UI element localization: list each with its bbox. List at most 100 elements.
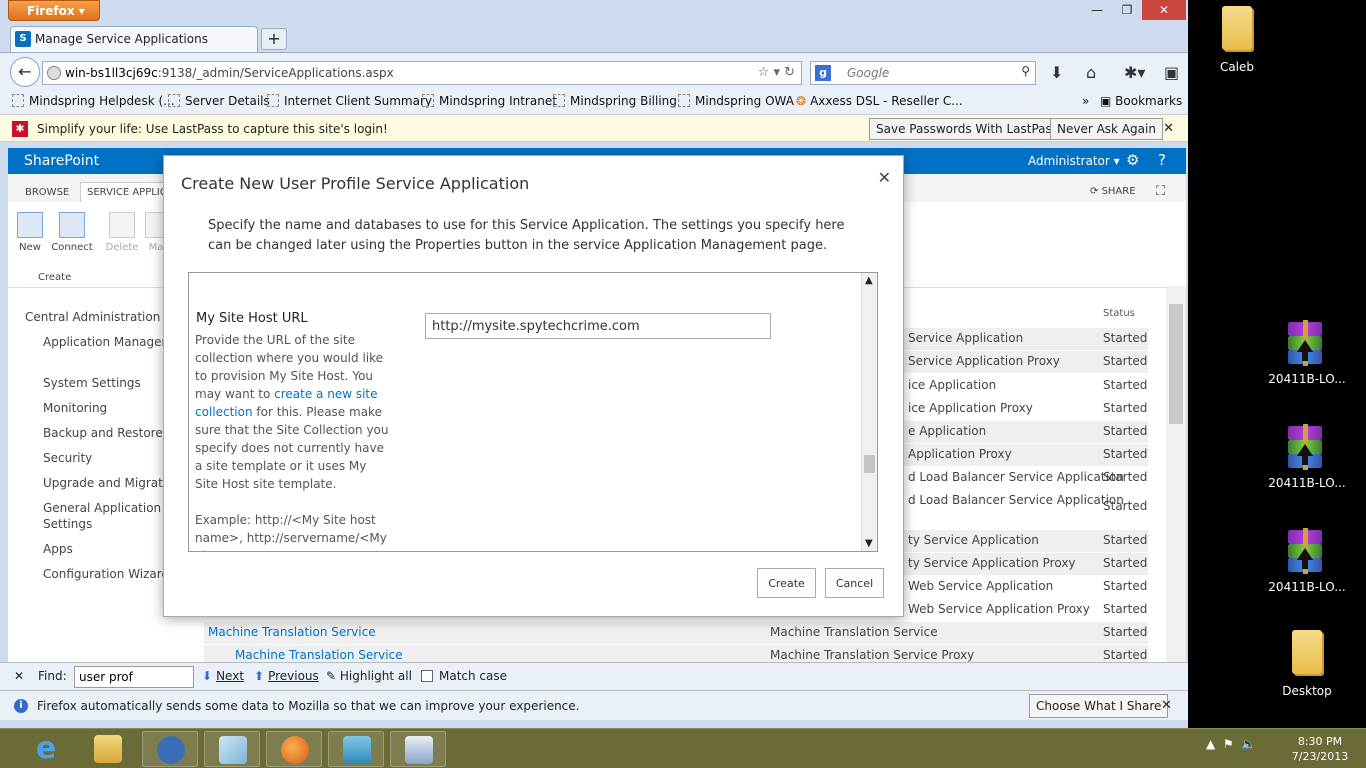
desktop-icon-caleb[interactable]: Caleb: [1182, 6, 1292, 74]
desktop-icon-rar-2[interactable]: 20411B-LO...: [1252, 422, 1362, 490]
create-button[interactable]: Create: [757, 568, 816, 598]
page-icon: [422, 94, 434, 107]
connect-button[interactable]: Connect: [50, 212, 94, 253]
page-icon: [553, 94, 565, 107]
choose-what-i-share-button[interactable]: Choose What I Share: [1029, 694, 1169, 718]
url-bar[interactable]: win-bs1ll3cj69c:9138/_admin/ServiceAppli…: [42, 61, 802, 85]
find-input[interactable]: [74, 666, 194, 688]
globe-icon: [47, 66, 61, 80]
sharepoint-icon: S: [15, 31, 31, 47]
close-window-button[interactable]: ✕: [1142, 0, 1186, 20]
internet-explorer-icon: e: [35, 731, 57, 766]
close-icon[interactable]: ✕: [14, 669, 24, 683]
find-previous-button[interactable]: ⬆ Previous: [254, 669, 319, 683]
ribbon-group-label: Create: [38, 272, 72, 283]
minimize-button[interactable]: —: [1082, 0, 1112, 20]
desktop-icon-rar-1[interactable]: 20411B-LO...: [1252, 318, 1362, 386]
winrar-archive-icon: [1284, 422, 1330, 472]
scrollbar-thumb[interactable]: [864, 455, 875, 473]
cancel-button[interactable]: Cancel: [825, 568, 884, 598]
page-icon: [12, 94, 24, 107]
dialog-content-frame: My Site Host URL Provide the URL of the …: [188, 272, 878, 552]
page-scrollbar[interactable]: [1166, 286, 1186, 662]
taskbar-explorer[interactable]: [80, 731, 136, 767]
bookmark-item[interactable]: Server Details: [168, 94, 270, 108]
bookmarks-menu[interactable]: ▣ Bookmarks: [1100, 94, 1182, 108]
search-icon[interactable]: ⚲: [1021, 64, 1030, 78]
share-button[interactable]: ⟳ SHARE: [1090, 186, 1136, 197]
download-icon[interactable]: ⬇: [1050, 63, 1063, 82]
bookmark-star-icon[interactable]: ☆ ▾ ↻: [758, 65, 795, 80]
chevron-up-icon[interactable]: ▲: [865, 275, 873, 286]
chevron-down-icon[interactable]: ▼: [865, 538, 873, 549]
checkbox[interactable]: [421, 670, 433, 682]
server-icon: [343, 736, 371, 764]
help-icon[interactable]: ?: [1158, 151, 1166, 169]
back-button[interactable]: ←: [10, 57, 40, 87]
taskbar-ie[interactable]: e: [18, 731, 74, 767]
taskbar-firefox[interactable]: [266, 731, 322, 767]
table-row[interactable]: Machine Translation Service Machine Trans…: [204, 622, 1148, 644]
google-icon: g: [815, 65, 831, 81]
match-case-checkbox[interactable]: Match case: [421, 669, 507, 683]
taskbar-app-slate[interactable]: [204, 731, 260, 767]
highlight-all-button[interactable]: ✎ Highlight all: [326, 669, 412, 683]
bookmark-item[interactable]: ❂ Axxess DSL - Reseller C...: [796, 94, 963, 108]
taskbar-app-buildings[interactable]: [328, 731, 384, 767]
bookmark-item[interactable]: Mindspring Billing: [553, 94, 677, 108]
focus-icon[interactable]: ⛶: [1156, 184, 1165, 199]
search-input[interactable]: g Google ⚲: [810, 61, 1036, 85]
scrollbar-thumb[interactable]: [1169, 304, 1183, 424]
tray-icons[interactable]: ▲ ⚑ 🔈: [1206, 737, 1256, 751]
my-site-host-url-label: My Site Host URL: [196, 311, 308, 326]
close-icon[interactable]: ✕: [1161, 698, 1172, 713]
save-passwords-button[interactable]: Save Passwords With LastPass: [869, 118, 1065, 140]
close-icon[interactable]: ✕: [878, 168, 891, 187]
quicklaunch-central-administration[interactable]: Central Administration: [25, 310, 160, 324]
search-placeholder: Google: [847, 66, 890, 80]
bookmark-item[interactable]: Internet Client Summary: [267, 94, 432, 108]
new-tab-button[interactable]: +: [261, 28, 287, 50]
taskbar-remote-desktop[interactable]: [390, 731, 446, 767]
desktop-icon-rar-3[interactable]: 20411B-LO...: [1252, 526, 1362, 594]
tab-browse[interactable]: BROWSE: [25, 187, 69, 198]
addon-icon[interactable]: ✱▾: [1124, 63, 1145, 82]
firefox-window: Firefox ▾ — ❐ ✕ S Manage Service Applica…: [0, 0, 1188, 728]
arrow-up-icon: ⬆: [254, 669, 265, 683]
my-site-host-url-input[interactable]: [425, 313, 771, 339]
desktop-icon-desktop[interactable]: Desktop: [1252, 630, 1362, 698]
screenshot-icon[interactable]: ▣: [1164, 63, 1179, 82]
create-user-profile-dialog: Create New User Profile Service Applicat…: [163, 155, 904, 617]
taskbar-clock[interactable]: 8:30 PM 7/23/2013: [1290, 734, 1350, 764]
sharepoint-brand[interactable]: SharePoint: [24, 153, 99, 169]
tab-manage-service-applications[interactable]: S Manage Service Applications: [10, 26, 258, 52]
bookmark-item[interactable]: Mindspring Helpdesk (...: [12, 94, 175, 108]
user-menu[interactable]: Administrator ▾: [1028, 154, 1120, 168]
connect-icon: [59, 212, 85, 238]
file-explorer-icon: [94, 735, 122, 763]
dialog-scrollbar[interactable]: ▲ ▼: [861, 273, 877, 551]
bookmarks-overflow-icon[interactable]: »: [1082, 94, 1089, 108]
folder-icon: [1214, 6, 1260, 56]
maximize-button[interactable]: ❐: [1112, 0, 1142, 20]
dialog-title: Create New User Profile Service Applicat…: [181, 174, 530, 193]
notification-message: Firefox automatically sends some data to…: [37, 699, 580, 713]
new-button[interactable]: New: [8, 212, 52, 253]
firefox-menu-button[interactable]: Firefox ▾: [8, 0, 100, 21]
bookmark-item[interactable]: Mindspring OWA: [678, 94, 794, 108]
home-icon[interactable]: ⌂: [1086, 63, 1096, 82]
navigation-bar: ← win-bs1ll3cj69c:9138/_admin/ServiceApp…: [0, 52, 1188, 88]
close-icon[interactable]: ✕: [1163, 121, 1174, 136]
never-ask-again-button[interactable]: Never Ask Again: [1050, 118, 1163, 140]
gear-icon[interactable]: ⚙: [1126, 151, 1139, 169]
winrar-archive-icon: [1284, 526, 1330, 576]
table-row[interactable]: Machine Translation Service Machine Trans…: [204, 645, 1148, 662]
field-example: Example: http://<My Site host name>, htt…: [195, 513, 387, 551]
taskbar-app-blue[interactable]: [142, 731, 198, 767]
tab-strip: S Manage Service Applications +: [0, 24, 1188, 52]
taskbar: e ▲ ⚑ 🔈 8:30 PM 7/23/2013: [0, 728, 1366, 768]
find-next-button[interactable]: ⬇ Next: [202, 669, 244, 683]
title-bar: Firefox ▾ — ❐ ✕: [0, 0, 1188, 24]
bookmark-item[interactable]: Mindspring Intranet: [422, 94, 557, 108]
desktop-icon-label: 20411B-LO...: [1268, 580, 1346, 594]
